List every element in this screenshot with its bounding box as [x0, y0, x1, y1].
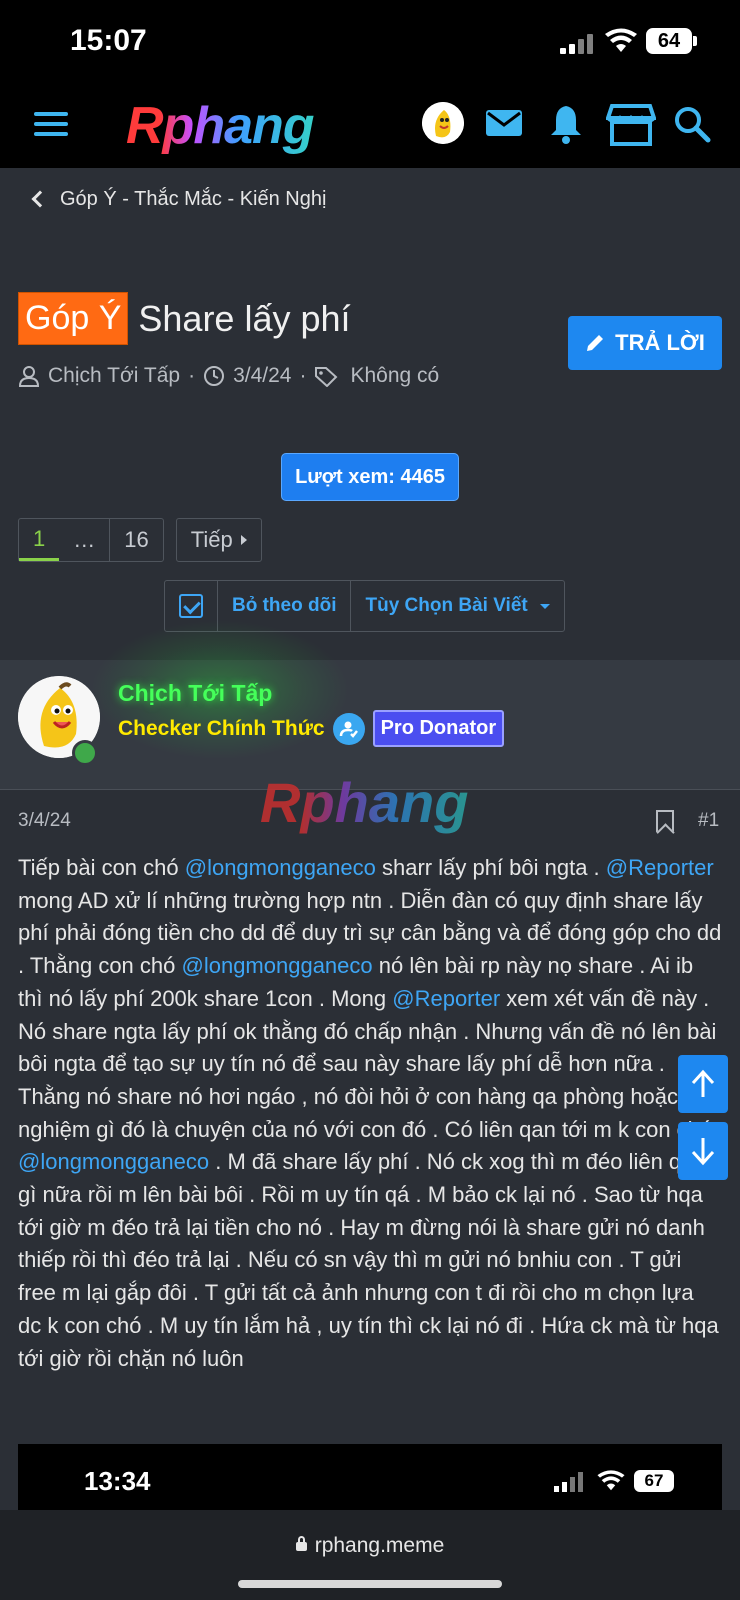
site-logo[interactable]: Rphang	[126, 96, 315, 156]
page-numbers: 1 … 16	[18, 518, 164, 562]
status-bar: 15:07 64	[0, 0, 740, 84]
clock-icon	[204, 366, 225, 386]
pro-donator-badge: Pro Donator	[372, 710, 505, 747]
bell-icon[interactable]	[544, 102, 588, 146]
thread-author[interactable]: Chịch Tới Tấp	[48, 364, 180, 388]
battery-tip	[693, 36, 697, 46]
battery-icon: 64	[646, 28, 692, 54]
pencil-icon	[587, 335, 604, 351]
address-bar[interactable]: rphang.meme	[0, 1534, 740, 1558]
post-author-name[interactable]: Chịch Tới Tấp	[118, 680, 272, 707]
thread-date[interactable]: 3/4/24	[233, 364, 291, 388]
wifi-icon	[605, 28, 637, 52]
breadcrumb[interactable]: Góp Ý - Thắc Mắc - Kiến Nghị	[28, 182, 326, 216]
arrow-down-icon	[691, 1138, 715, 1166]
watermark-logo: Rphang	[260, 771, 469, 834]
thread-meta: Chịch Tới Tấp · 3/4/24 · Không có	[18, 364, 439, 388]
view-count-badge: Lượt xem: 4465	[281, 453, 459, 501]
mail-icon[interactable]	[482, 102, 526, 146]
mention-link[interactable]: @longmongganeco	[185, 855, 376, 880]
meta-separator: ·	[188, 364, 196, 387]
next-page-button[interactable]: Tiếp	[175, 518, 262, 562]
page-ellipsis[interactable]: …	[59, 519, 109, 561]
caret-right-icon	[240, 535, 247, 545]
post-author-title: Checker Chính Thức	[118, 716, 325, 740]
embedded-battery-icon: 67	[634, 1470, 674, 1492]
thread-title: Share lấy phí	[138, 297, 351, 339]
mention-link[interactable]: @longmongganeco	[18, 1149, 209, 1174]
post-number[interactable]: #1	[698, 810, 719, 832]
thread-title-row: Góp Ý Share lấy phí	[18, 292, 351, 345]
chevron-left-icon	[31, 190, 49, 208]
mention-link[interactable]: @Reporter	[392, 986, 500, 1011]
post-author-title-row: Checker Chính Thức Pro Donator	[118, 710, 505, 747]
embedded-signal-icon	[554, 1472, 583, 1492]
mention-link[interactable]: @Reporter	[606, 855, 714, 880]
meta-separator: ·	[299, 364, 307, 387]
home-indicator[interactable]	[238, 1580, 502, 1588]
top-navbar: Rphang	[0, 84, 740, 168]
thread-tools-dropdown[interactable]: Tùy Chọn Bài Viết	[351, 581, 563, 631]
verified-user-icon	[332, 712, 365, 745]
lock-icon	[295, 1535, 307, 1551]
post-date[interactable]: 3/4/24	[18, 810, 71, 832]
online-status-icon	[72, 740, 98, 766]
url-text: rphang.meme	[314, 1534, 445, 1557]
reply-button[interactable]: TRẢ LỜI	[568, 316, 722, 370]
user-avatar[interactable]	[422, 102, 464, 144]
next-page-label: Tiếp	[190, 527, 233, 552]
pagination: 1 … 16 Tiếp	[18, 518, 262, 562]
page-1[interactable]: 1	[19, 519, 60, 561]
reply-button-label: TRẢ LỜI	[615, 330, 705, 355]
status-time: 15:07	[70, 24, 147, 57]
signal-icon	[560, 34, 594, 54]
thread-tags: Không có	[350, 364, 440, 387]
search-icon[interactable]	[670, 102, 714, 146]
mention-link[interactable]: @longmongganeco	[182, 953, 373, 978]
caret-down-icon	[539, 603, 550, 609]
thread-tools-label: Tùy Chọn Bài Viết	[365, 595, 528, 616]
browser-bottom-bar: rphang.meme	[0, 1510, 740, 1600]
post-text: . M đã share lấy phí . Nó ck xog thì m đ…	[18, 1149, 719, 1371]
breadcrumb-label: Góp Ý - Thắc Mắc - Kiến Nghị	[60, 187, 327, 210]
checkbox-icon	[179, 594, 203, 618]
embedded-wifi-icon	[597, 1470, 625, 1491]
menu-icon[interactable]	[34, 106, 70, 142]
arrow-up-icon	[691, 1069, 715, 1097]
post-text: Tiếp bài con chó	[18, 855, 185, 880]
post-text: sharr lấy phí bôi ngta .	[375, 855, 606, 880]
post-body: Tiếp bài con chó @longmongganeco sharr l…	[18, 852, 722, 1375]
tags-icon	[315, 367, 338, 387]
thread-prefix-badge[interactable]: Góp Ý	[18, 292, 129, 345]
scroll-bottom-button[interactable]	[678, 1122, 728, 1180]
page-last[interactable]: 16	[109, 519, 162, 561]
store-icon[interactable]	[606, 102, 656, 146]
user-icon	[18, 366, 40, 387]
embedded-time: 13:34	[84, 1466, 151, 1496]
bookmark-icon[interactable]	[656, 810, 674, 832]
embedded-screenshot[interactable]: 13:34 67	[18, 1444, 722, 1510]
scroll-top-button[interactable]	[678, 1055, 728, 1113]
